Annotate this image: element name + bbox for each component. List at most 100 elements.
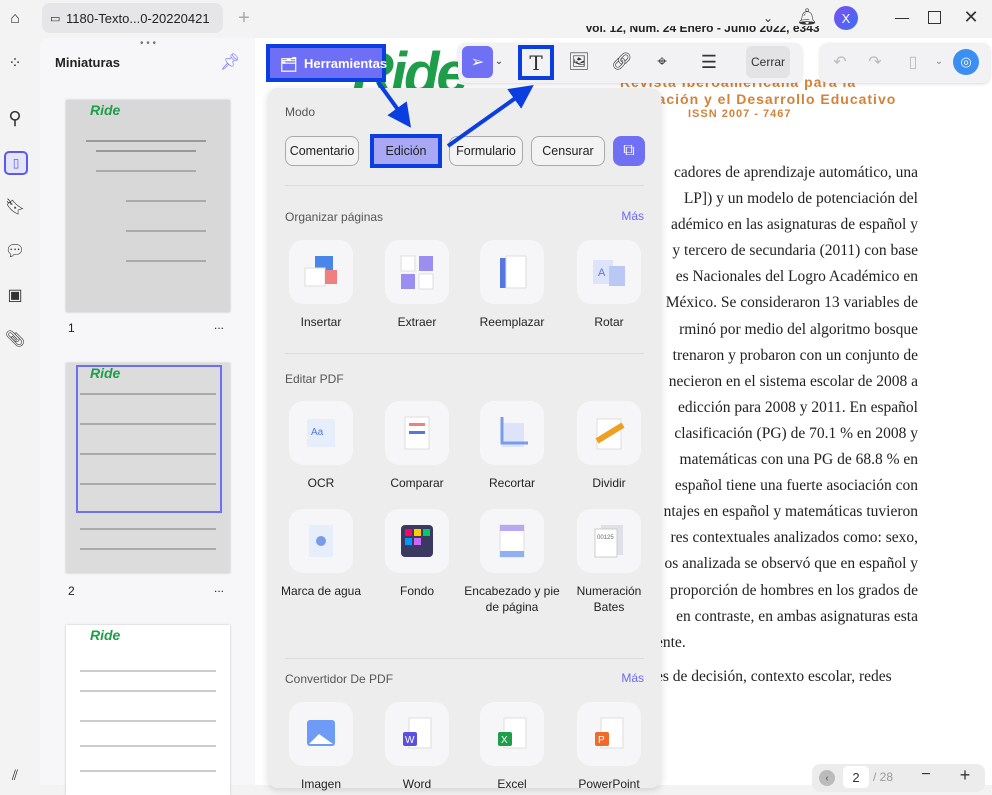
image-convert-icon bbox=[289, 702, 353, 766]
page-thumbnail-1[interactable]: Ride bbox=[66, 100, 230, 312]
tool-encabezado[interactable]: Encabezado y pie de página bbox=[464, 509, 560, 615]
tool-label: Comparar bbox=[390, 476, 444, 490]
image-tool-icon[interactable]: 🖼︎ bbox=[567, 50, 591, 74]
close-edit-button[interactable]: Cerrar bbox=[746, 46, 790, 78]
open-external-icon[interactable]: ⧉ bbox=[613, 136, 645, 166]
save-icon[interactable]: ▯ bbox=[903, 52, 923, 72]
tool-label: Dividir bbox=[592, 476, 626, 490]
text-line: español tiene una fuerte asociación con bbox=[674, 477, 918, 495]
ai-assistant-icon[interactable]: ◎ bbox=[953, 49, 979, 75]
apps-icon[interactable]: ⁘ bbox=[4, 52, 26, 74]
page-total: / 28 bbox=[873, 770, 894, 784]
tool-recortar[interactable]: Recortar bbox=[464, 401, 560, 491]
select-tool-button[interactable]: ➢ bbox=[462, 46, 493, 78]
home-icon[interactable]: ⌂ bbox=[4, 8, 26, 30]
more-organize-link[interactable]: Más bbox=[621, 209, 644, 223]
svg-text:X: X bbox=[501, 735, 508, 746]
attachment-icon[interactable]: 📎︎ bbox=[4, 328, 26, 350]
chevron-down-icon[interactable]: ⌄ bbox=[933, 54, 945, 68]
split-icon bbox=[577, 401, 641, 465]
zoom-in-button[interactable]: + bbox=[957, 765, 973, 785]
redo-icon[interactable]: ↷ bbox=[865, 52, 885, 72]
comment-icon[interactable]: 💬︎ bbox=[4, 240, 26, 262]
mode-censurar[interactable]: Censurar bbox=[531, 136, 605, 166]
close-button[interactable]: ✕ bbox=[962, 7, 980, 27]
tool-ocr[interactable]: Aa OCR bbox=[273, 401, 369, 491]
page-thumbnail-2[interactable]: Ride bbox=[66, 363, 230, 573]
ocr-icon: Aa bbox=[289, 401, 353, 465]
text-line: es Nacionales del Logro Académico en bbox=[675, 268, 918, 286]
text-line: os analizada se observó que en español y bbox=[664, 555, 918, 573]
tool-bates[interactable]: 00125 Numeración Bates bbox=[561, 509, 657, 615]
tool-extraer[interactable]: Extraer bbox=[369, 240, 465, 330]
monitor-icon: ▭ bbox=[50, 12, 61, 25]
text-line: ente. bbox=[656, 633, 686, 651]
new-tab-button[interactable]: + bbox=[234, 7, 254, 29]
maximize-button[interactable] bbox=[928, 11, 941, 24]
tool-marca-agua[interactable]: Marca de agua bbox=[273, 509, 369, 599]
replace-icon bbox=[480, 240, 544, 304]
tool-dividir[interactable]: Dividir bbox=[561, 401, 657, 491]
tool-comparar[interactable]: Comparar bbox=[369, 401, 465, 491]
logo: Ride bbox=[90, 102, 121, 118]
chevron-down-icon[interactable]: ⌄ bbox=[494, 54, 504, 68]
tool-word[interactable]: W Word bbox=[369, 702, 465, 792]
settings-sliders-icon[interactable]: ☰ bbox=[697, 50, 721, 74]
pin-icon[interactable]: 📌︎ bbox=[220, 52, 240, 72]
document-tab[interactable]: ▭ 1180-Texto...0-20220421 bbox=[42, 3, 223, 33]
toolbox-icon: 🗂︎ bbox=[280, 56, 298, 72]
compare-icon bbox=[385, 401, 449, 465]
prev-page-button[interactable]: ‹ bbox=[819, 770, 835, 786]
link-tool-icon[interactable]: 🔗︎ bbox=[610, 50, 634, 74]
text-line: necieron en el sistema escolar de 2008 a bbox=[668, 372, 918, 390]
bell-icon[interactable]: 🔔︎ bbox=[796, 6, 818, 28]
tool-fondo[interactable]: Fondo bbox=[369, 509, 465, 599]
mode-edicion[interactable]: Edición bbox=[370, 134, 442, 168]
library-icon[interactable]: ⫽ bbox=[4, 766, 26, 784]
tool-label: Numeración Bates bbox=[576, 584, 642, 614]
text-line: proporción de hombres en los grados de bbox=[670, 581, 918, 599]
insert-icon bbox=[289, 240, 353, 304]
header-footer-icon bbox=[480, 509, 544, 573]
tool-rotar[interactable]: A Rotar bbox=[561, 240, 657, 330]
text-line: adémico en las asignaturas de español y bbox=[670, 216, 918, 234]
svg-text:W: W bbox=[405, 735, 415, 746]
stamp-icon[interactable]: ▣ bbox=[4, 284, 26, 306]
text-line: matemáticas con una PG de 68.8 % en bbox=[679, 451, 918, 469]
tool-insertar[interactable]: Insertar bbox=[273, 240, 369, 330]
tool-powerpoint[interactable]: P PowerPoint bbox=[561, 702, 657, 792]
zoom-out-button[interactable]: − bbox=[918, 766, 934, 783]
text-line: clasificación (PG) de 70.1 % en 2008 y bbox=[674, 424, 918, 442]
thumbnails-icon[interactable]: ▯ bbox=[4, 151, 28, 175]
page-number: 1 bbox=[68, 321, 75, 335]
more-button[interactable]: ... bbox=[214, 318, 224, 332]
text-line: es de decisión, contexto escolar, redes bbox=[656, 667, 892, 685]
word-icon: W bbox=[385, 702, 449, 766]
mode-comentario[interactable]: Comentario bbox=[285, 136, 359, 166]
page-thumbnail-3[interactable]: Ride bbox=[66, 625, 230, 795]
more-button[interactable]: ... bbox=[214, 581, 224, 595]
header-line: Vol. 12, Núm. 24 Enero - Junio 2022, e34… bbox=[585, 26, 820, 35]
text-line: en contraste, en ambas asignaturas esta bbox=[676, 607, 918, 625]
svg-text:00125: 00125 bbox=[597, 535, 614, 541]
tool-label: Rotar bbox=[594, 315, 624, 329]
document-text: cadores de aprendizaje automático, una LP… bbox=[656, 160, 918, 690]
text-line: trenaron y probaron con un conjunto de bbox=[672, 346, 918, 364]
herramientas-button[interactable]: 🗂︎ Herramientas bbox=[266, 44, 387, 82]
tool-label: PowerPoint bbox=[578, 777, 640, 791]
mode-formulario[interactable]: Formulario bbox=[449, 136, 523, 166]
add-text-button[interactable]: T bbox=[518, 45, 554, 80]
more-convert-link[interactable]: Más bbox=[621, 671, 644, 685]
tool-excel[interactable]: X Excel bbox=[464, 702, 560, 792]
resize-handle[interactable]: • • • bbox=[140, 38, 156, 49]
section-mode: Modo bbox=[285, 105, 316, 119]
chevron-down-icon[interactable]: ⌄ bbox=[758, 8, 778, 28]
tool-reemplazar[interactable]: Reemplazar bbox=[464, 240, 560, 330]
minimize-button[interactable] bbox=[895, 18, 909, 19]
undo-icon[interactable]: ↶ bbox=[830, 52, 850, 72]
search-icon[interactable]: ⚲ bbox=[4, 107, 26, 129]
svg-text:Aa: Aa bbox=[311, 427, 324, 438]
watermark-tool-icon[interactable]: ⌖ bbox=[650, 50, 674, 74]
tool-imagen[interactable]: Imagen bbox=[273, 702, 369, 792]
bookmark-icon[interactable]: 🔖︎ bbox=[4, 196, 26, 218]
